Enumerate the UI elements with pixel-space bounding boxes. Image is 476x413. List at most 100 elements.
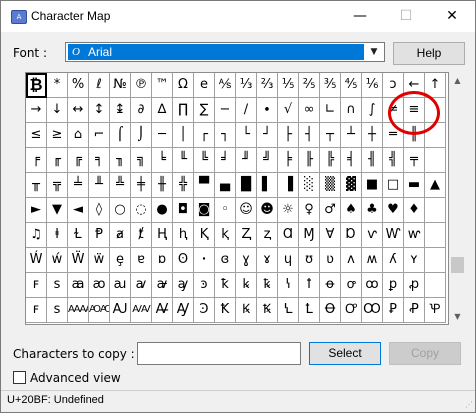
character-cell[interactable]: ○	[110, 198, 131, 223]
character-cell[interactable]: ╢	[362, 148, 383, 173]
character-cell[interactable]: Ω	[173, 73, 194, 98]
character-cell[interactable]: ╡	[341, 148, 362, 173]
character-cell[interactable]: ʏ	[404, 248, 425, 273]
character-cell[interactable]: ₿	[26, 73, 47, 98]
character-cell[interactable]: Ꝋ	[320, 298, 341, 323]
character-cell[interactable]: ɞ	[215, 248, 236, 273]
character-cell[interactable]: Ⱨ	[152, 223, 173, 248]
character-cell[interactable]: ╧	[68, 173, 89, 198]
character-cell[interactable]: ►	[26, 198, 47, 223]
character-cell[interactable]: ꝍ	[341, 273, 362, 298]
character-cell[interactable]: ʊ	[299, 248, 320, 273]
scroll-thumb[interactable]	[451, 257, 464, 273]
character-cell[interactable]: ╖	[110, 148, 131, 173]
resize-grip-icon[interactable]: ⋰	[463, 400, 473, 410]
character-cell[interactable]: Ꝍ	[341, 298, 362, 323]
character-cell[interactable]: Ꜷ	[110, 298, 131, 323]
character-cell[interactable]: ▀	[194, 173, 215, 198]
character-cell[interactable]: →	[26, 98, 47, 123]
character-cell[interactable]: ʘ	[173, 248, 194, 273]
scroll-down-icon[interactable]: ▼	[449, 308, 466, 325]
character-cell[interactable]: Ɐ	[320, 223, 341, 248]
character-cell[interactable]: ∆	[152, 98, 173, 123]
character-cell[interactable]: ≤	[26, 123, 47, 148]
character-cell[interactable]: ╔	[68, 148, 89, 173]
character-cell[interactable]: ⅍	[215, 73, 236, 98]
character-cell[interactable]: ↔	[68, 98, 89, 123]
character-cell[interactable]: Ɑ	[278, 223, 299, 248]
character-cell[interactable]: ┘	[257, 123, 278, 148]
character-cell[interactable]: ꜳ	[68, 273, 89, 298]
character-cell[interactable]: ꜷ	[110, 273, 131, 298]
character-cell[interactable]: ┴	[341, 123, 362, 148]
maximize-button[interactable]: ☐	[383, 1, 429, 32]
character-cell[interactable]: ẃ	[47, 248, 68, 273]
character-cell[interactable]: ≡	[404, 98, 425, 123]
font-dropdown[interactable]: O Arial ▼	[65, 42, 385, 62]
character-cell[interactable]: ╙	[173, 148, 194, 173]
character-cell[interactable]: ↑	[425, 73, 446, 98]
character-cell[interactable]: Ᵽ	[89, 223, 110, 248]
character-cell[interactable]: ◌	[131, 198, 152, 223]
character-cell[interactable]: ↄ	[383, 73, 404, 98]
character-cell[interactable]: ʍ	[362, 248, 383, 273]
character-cell[interactable]: ɥ	[278, 248, 299, 273]
character-cell[interactable]: Ꝓ	[404, 298, 425, 323]
character-cell[interactable]: ⱨ	[173, 223, 194, 248]
scroll-up-icon[interactable]: ▲	[449, 72, 466, 89]
character-cell[interactable]: ╜	[236, 148, 257, 173]
character-cell[interactable]: ⅙	[362, 73, 383, 98]
character-cell[interactable]: ♣	[362, 198, 383, 223]
character-cell[interactable]: ℓ	[89, 73, 110, 98]
character-cell[interactable]: └	[236, 123, 257, 148]
character-cell[interactable]: ♦	[404, 198, 425, 223]
character-cell[interactable]: ɣ	[236, 248, 257, 273]
character-cell[interactable]: ◊	[89, 198, 110, 223]
character-cell[interactable]	[425, 123, 446, 148]
character-cell[interactable]: ꝇ	[278, 273, 299, 298]
character-cell[interactable]	[425, 98, 446, 123]
character-cell[interactable]: ⅘	[341, 73, 362, 98]
character-cell[interactable]: ꜿ	[194, 273, 215, 298]
character-cell[interactable]: ⌡	[131, 123, 152, 148]
character-cell[interactable]: ∕	[236, 98, 257, 123]
character-cell[interactable]: ꜽ	[173, 273, 194, 298]
character-cell[interactable]: ⱪ	[215, 223, 236, 248]
character-cell[interactable]: ∩	[341, 98, 362, 123]
character-cell[interactable]: ⱳ	[404, 223, 425, 248]
character-cell[interactable]: Ⱳ	[383, 223, 404, 248]
character-cell[interactable]: ⱬ	[257, 223, 278, 248]
character-cell[interactable]: ⅔	[257, 73, 278, 98]
character-cell[interactable]: ɐ	[131, 248, 152, 273]
character-cell[interactable]: ⱦ	[131, 223, 152, 248]
character-cell[interactable]: ⅗	[320, 73, 341, 98]
character-cell[interactable]: ▼	[47, 198, 68, 223]
minimize-button[interactable]: —	[337, 1, 383, 32]
help-button[interactable]: Help	[393, 42, 465, 65]
character-cell[interactable]: Ꜿ	[194, 298, 215, 323]
character-cell[interactable]: ╛	[215, 148, 236, 173]
character-cell[interactable]: ⅓	[236, 73, 257, 98]
character-cell[interactable]: ♫	[26, 223, 47, 248]
character-cell[interactable]: ─	[152, 123, 173, 148]
character-cell[interactable]: ◦	[215, 198, 236, 223]
character-cell[interactable]: ⅕	[278, 73, 299, 98]
character-cell[interactable]: ∙	[257, 98, 278, 123]
character-cell[interactable]: ∑	[194, 98, 215, 123]
character-cell[interactable]: ™	[152, 73, 173, 98]
character-cell[interactable]: ♥	[383, 198, 404, 223]
character-cell[interactable]: Ꝕ	[425, 298, 446, 323]
character-cell[interactable]: ⱡ	[47, 223, 68, 248]
character-cell[interactable]: ⅖	[299, 73, 320, 98]
character-cell[interactable]: e	[194, 73, 215, 98]
character-cell[interactable]: ꝁ	[215, 273, 236, 298]
character-cell[interactable]: ∟	[320, 98, 341, 123]
character-cell[interactable]: ┼	[362, 123, 383, 148]
character-cell[interactable]: ☻	[257, 198, 278, 223]
character-cell[interactable]: Ɱ	[299, 223, 320, 248]
character-cell[interactable]: Ꜻ	[152, 298, 173, 323]
character-cell[interactable]: ꜹ	[131, 273, 152, 298]
character-cell[interactable]: ⱥ	[110, 223, 131, 248]
character-cell[interactable]	[425, 198, 446, 223]
character-cell[interactable]: ☺	[236, 198, 257, 223]
